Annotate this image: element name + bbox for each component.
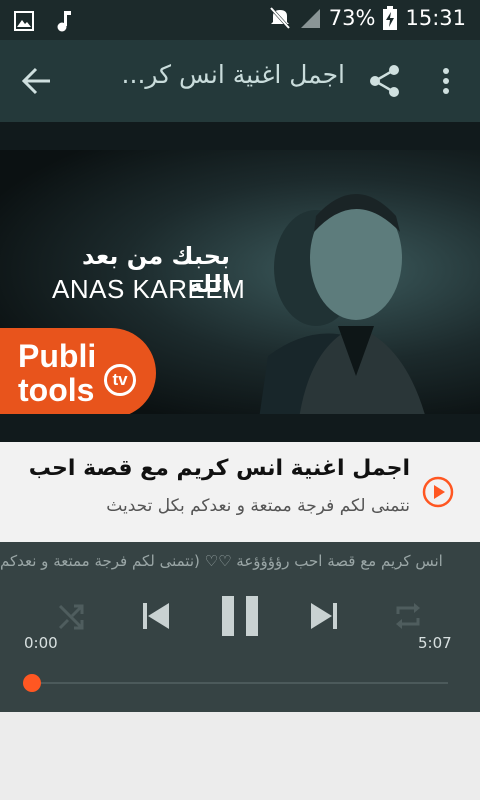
empty-area [0,712,480,800]
play-circle-icon[interactable] [422,476,454,508]
track-info[interactable]: اجمل اغنية انس كريم مع قصة احب رؤؤؤؤ... … [0,442,480,542]
track-title: اجمل اغنية انس كريم مع قصة احب رؤؤؤؤ... [20,456,410,481]
status-notifications [14,10,72,32]
logo-badge: tv [104,364,136,396]
track-subtitle: نتمنى لكم فرجة ممتعة و نعدكم بكل تحديث [106,496,410,516]
back-arrow-icon[interactable] [18,62,56,100]
video-thumbnail[interactable]: بحبك من بعد الله ANAS KAREEM Publi tools… [0,150,480,414]
status-system: 73% 15:31 [269,6,466,30]
toolbar-title: اجمل اغنية انس كر... [121,60,345,89]
mute-icon [269,6,290,30]
image-icon [14,11,34,31]
seek-bar[interactable] [32,682,448,684]
more-vert-icon[interactable] [434,62,458,100]
now-playing-marquee: انس كريم مع قصة احب رؤؤؤؤعة ♡♡ (نتمنى لك… [0,552,443,570]
logo-line2: tools [18,372,95,408]
music-note-icon [57,11,71,32]
repeat-icon[interactable] [392,600,424,632]
battery-percent: 73% [328,6,376,30]
skip-next-icon[interactable] [308,600,340,632]
logo-line1: Publi [18,338,97,374]
status-bar: 73% 15:31 [0,0,480,40]
shuffle-icon[interactable] [56,600,88,632]
clock: 15:31 [405,6,466,30]
share-icon[interactable] [366,62,404,100]
audio-player: انس كريم مع قصة احب رؤؤؤؤعة ♡♡ (نتمنى لك… [0,542,480,712]
video-player[interactable]: بحبك من بعد الله ANAS KAREEM Publi tools… [0,122,480,442]
skip-previous-icon[interactable] [140,600,172,632]
pause-icon[interactable] [220,594,260,638]
total-time: 5:07 [418,634,452,652]
signal-icon [300,9,320,28]
singer-photo [259,194,425,414]
seek-thumb[interactable] [23,674,41,692]
current-time: 0:00 [24,634,58,652]
video-overlay-name: ANAS KAREEM [52,274,246,304]
app-toolbar: اجمل اغنية انس كر... [0,40,480,122]
battery-charging-icon [383,6,398,30]
publitools-logo: Publi tools tv [0,328,156,414]
